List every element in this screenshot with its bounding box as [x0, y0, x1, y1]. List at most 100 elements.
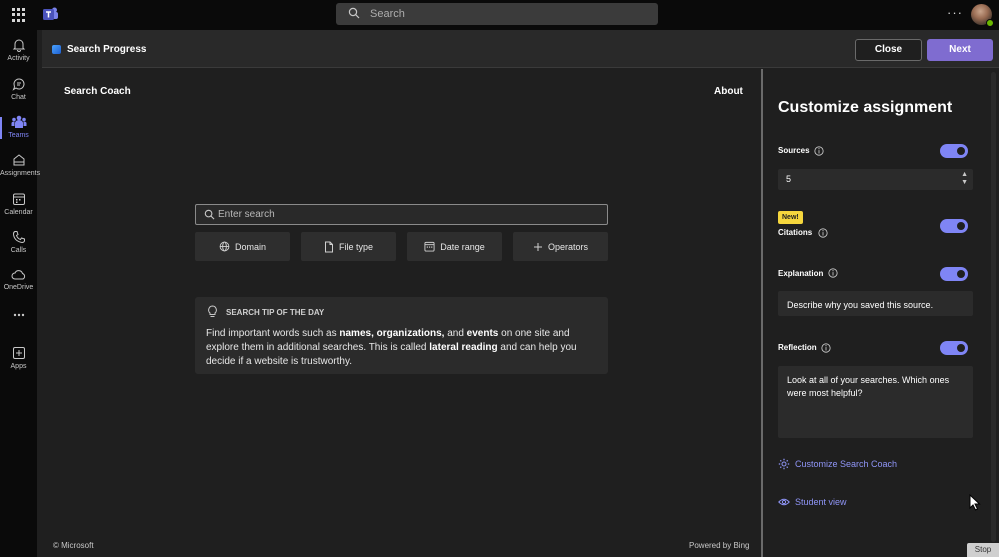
file-icon [324, 241, 333, 252]
citations-toggle[interactable] [940, 219, 968, 233]
operators-filter-button[interactable]: Operators [513, 232, 608, 261]
filter-label: Domain [234, 241, 266, 252]
rail-item-more[interactable] [0, 312, 37, 321]
powered-by-text: Powered by Bing [689, 541, 750, 550]
panel-title: Customize assignment [778, 99, 953, 116]
global-search-placeholder: Search [370, 8, 405, 20]
search-icon [204, 209, 215, 220]
sources-toggle[interactable] [940, 144, 968, 158]
citations-label: Citations [778, 228, 813, 237]
rail-label: Apps [10, 363, 27, 370]
cloud-icon [11, 270, 25, 280]
presence-indicator [986, 19, 994, 27]
rail-item-calendar[interactable]: Calendar [0, 192, 37, 216]
next-button[interactable]: Next [927, 39, 993, 61]
more-icon [13, 313, 24, 317]
tip-text-run: lateral reading [429, 342, 498, 353]
panel-scrollbar[interactable] [991, 72, 996, 542]
rail-label: Calendar [4, 209, 33, 216]
student-view-label: Student view [795, 497, 847, 507]
globe-icon [219, 241, 230, 252]
tip-text-run: events [466, 328, 499, 339]
search-box[interactable] [195, 204, 608, 225]
file-type-filter-button[interactable]: File type [301, 232, 396, 261]
app-title: Search Progress [67, 44, 147, 55]
rail-label: Chat [11, 94, 26, 101]
tip-text-run: names, organizations, [339, 328, 445, 339]
info-icon[interactable] [821, 343, 831, 353]
reflection-prompt-field[interactable]: Look at all of your searches. Which ones… [778, 366, 973, 438]
copyright-text: © Microsoft [53, 541, 94, 550]
lightbulb-icon [208, 305, 217, 317]
increment-icon[interactable]: ▲ [961, 171, 968, 178]
app-launcher-icon[interactable] [12, 8, 26, 22]
app-rail: Activity Chat Teams Assignments Calendar… [0, 30, 41, 557]
filter-label: File type [338, 241, 373, 252]
calendar-icon [424, 241, 435, 252]
customize-search-coach-label: Customize Search Coach [795, 459, 898, 469]
rail-item-assignments[interactable]: Assignments [0, 153, 41, 177]
customize-assignment-panel: Customize assignment Sources 5 ▲ ▼ New! … [763, 69, 999, 557]
close-button[interactable]: Close [855, 39, 922, 61]
apps-icon [12, 347, 25, 359]
tip-text: Find important words such as names, orga… [206, 327, 601, 369]
reflection-toggle[interactable] [940, 341, 968, 355]
tip-text-run: and [444, 328, 467, 339]
search-input[interactable] [218, 207, 598, 222]
domain-filter-button[interactable]: Domain [195, 232, 290, 261]
decrement-icon[interactable]: ▼ [961, 179, 968, 186]
sources-label: Sources [778, 146, 810, 155]
info-icon[interactable] [818, 228, 828, 238]
top-bar: Search ··· [0, 0, 999, 30]
customize-search-coach-link[interactable]: Customize Search Coach [778, 458, 897, 470]
assignments-icon [13, 154, 24, 166]
bell-icon [12, 39, 25, 52]
info-icon[interactable] [814, 146, 824, 156]
search-progress-app-icon [52, 45, 61, 54]
explanation-prompt-field[interactable]: Describe why you saved this source. [778, 291, 973, 316]
rail-item-onedrive[interactable]: OneDrive [0, 269, 37, 291]
explanation-label: Explanation [778, 269, 824, 278]
search-coach-preview: Search Coach About Domain File type [42, 69, 761, 557]
rail-label: OneDrive [3, 284, 34, 291]
rail-item-activity[interactable]: Activity [0, 38, 37, 62]
new-badge: New! [778, 211, 803, 224]
rail-item-chat[interactable]: Chat [0, 77, 37, 101]
rail-item-teams[interactable]: Teams [0, 115, 37, 139]
rail-label: Calls [10, 247, 27, 254]
calendar-icon [12, 193, 25, 205]
reflection-label: Reflection [778, 343, 817, 352]
sources-count-value: 5 [786, 174, 792, 184]
user-avatar[interactable] [971, 4, 994, 27]
gear-icon [778, 458, 790, 470]
filter-label: Operators [547, 241, 589, 252]
sources-count-stepper[interactable]: 5 ▲ ▼ [778, 169, 973, 190]
phone-icon [12, 231, 25, 244]
tip-heading: SEARCH TIP OF THE DAY [226, 308, 325, 317]
filter-label: Date range [440, 241, 485, 252]
teams-logo-icon [43, 7, 58, 20]
info-icon[interactable] [828, 268, 838, 278]
rail-label: Activity [7, 55, 30, 62]
plus-icon [533, 242, 542, 251]
search-tip-card: SEARCH TIP OF THE DAY Find important wor… [195, 297, 608, 374]
teams-icon [11, 115, 26, 128]
stop-recording-button[interactable]: Stop [967, 543, 999, 557]
page-title: Search Coach [64, 86, 131, 97]
search-icon [348, 7, 360, 19]
student-view-link[interactable]: Student view [778, 497, 847, 507]
more-options-icon[interactable]: ··· [947, 5, 963, 20]
rail-item-calls[interactable]: Calls [0, 230, 37, 254]
app-header: Search Progress Close Next [42, 30, 999, 68]
date-range-filter-button[interactable]: Date range [407, 232, 502, 261]
tip-text-run: Find important words such as [206, 328, 340, 339]
rail-label: Assignments [0, 170, 41, 177]
rail-label: Teams [8, 132, 29, 139]
explanation-toggle[interactable] [940, 267, 968, 281]
global-search-input[interactable]: Search [336, 3, 658, 25]
mouse-cursor-icon [969, 494, 981, 511]
eye-icon [778, 498, 790, 506]
about-link[interactable]: About [714, 86, 743, 97]
chat-icon [11, 78, 24, 91]
rail-item-apps[interactable]: Apps [0, 346, 37, 370]
